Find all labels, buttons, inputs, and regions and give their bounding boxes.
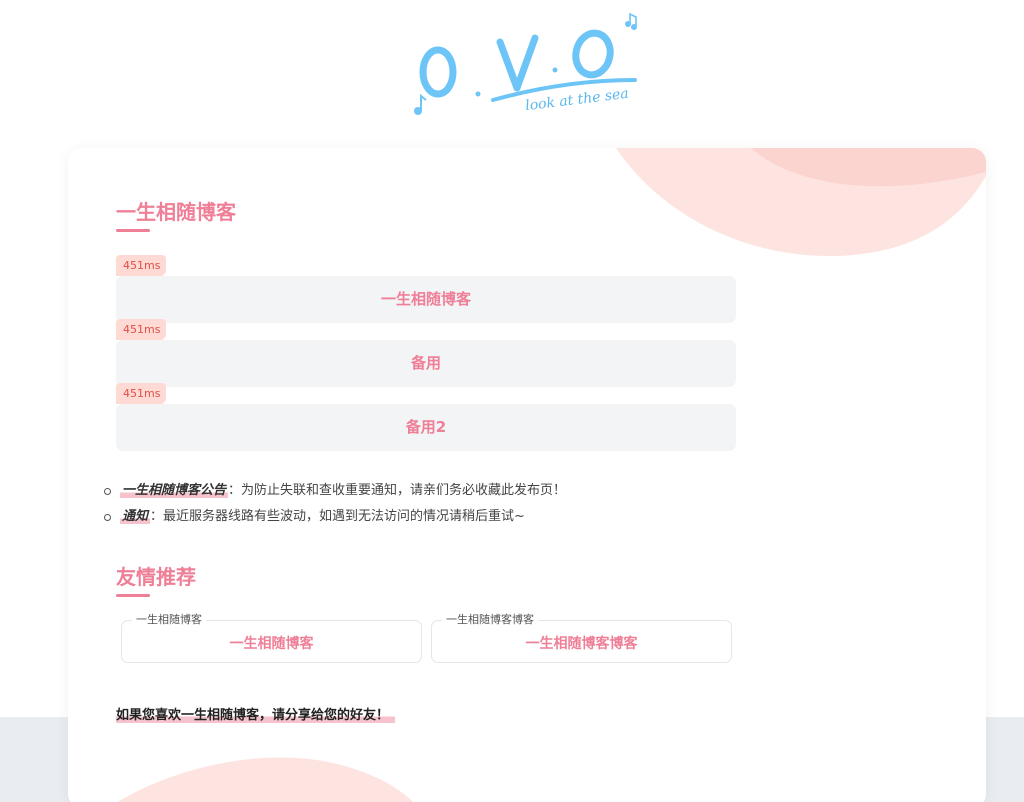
latency-badge: 451ms [116, 383, 166, 404]
decorative-wave-bottom [117, 757, 413, 802]
notice-separator: ： [228, 483, 242, 498]
title-underline [116, 229, 150, 232]
notice-separator: ： [150, 509, 164, 524]
notice-label: 一生相随博客公告 [120, 483, 229, 498]
friend-link[interactable]: 一生相随博客 一生相随博客 [121, 612, 422, 663]
page-title: 一生相随博客 [116, 200, 236, 224]
notice-text: 最近服务器线路有些波动，如遇到无法访问的情况请稍后重试~ [163, 509, 525, 524]
main-card: 一生相随博客 451ms 一生相随博客 451ms 备用 451ms 备用2 一… [68, 148, 986, 802]
share-prompt: 如果您喜欢一生相随博客，请分享给您的好友！ [116, 704, 396, 723]
notice-item: 通知 ：最近服务器线路有些波动，如遇到无法访问的情况请稍后重试~ [104, 504, 566, 530]
notice-list: 一生相随博客公告 ：为防止失联和查收重要通知，请亲们务必收藏此发布页！ 通知 ：最近… [104, 478, 566, 530]
friend-legend: 一生相随博客博客 [442, 612, 538, 628]
link-button-backup-2[interactable]: 备用2 [116, 404, 736, 451]
title-underline [116, 594, 150, 597]
friend-name[interactable]: 一生相随博客博客 [432, 633, 731, 653]
notice-text: 为防止失联和查收重要通知，请亲们务必收藏此发布页！ [241, 483, 567, 498]
site-logo[interactable]: look at the sea [405, 8, 645, 126]
friend-link[interactable]: 一生相随博客博客 一生相随博客博客 [431, 612, 732, 663]
friends-title: 友情推荐 [116, 565, 196, 589]
friend-legend: 一生相随博客 [132, 612, 206, 628]
decorative-wave [616, 148, 986, 257]
notice-item: 一生相随博客公告 ：为防止失联和查收重要通知，请亲们务必收藏此发布页！ [104, 478, 566, 504]
friend-name[interactable]: 一生相随博客 [122, 633, 421, 653]
notice-label: 通知 [120, 509, 151, 524]
link-button-backup[interactable]: 备用 [116, 340, 736, 387]
latency-badge: 451ms [116, 319, 166, 340]
link-button-main[interactable]: 一生相随博客 [116, 276, 736, 323]
latency-badge: 451ms [116, 255, 166, 276]
